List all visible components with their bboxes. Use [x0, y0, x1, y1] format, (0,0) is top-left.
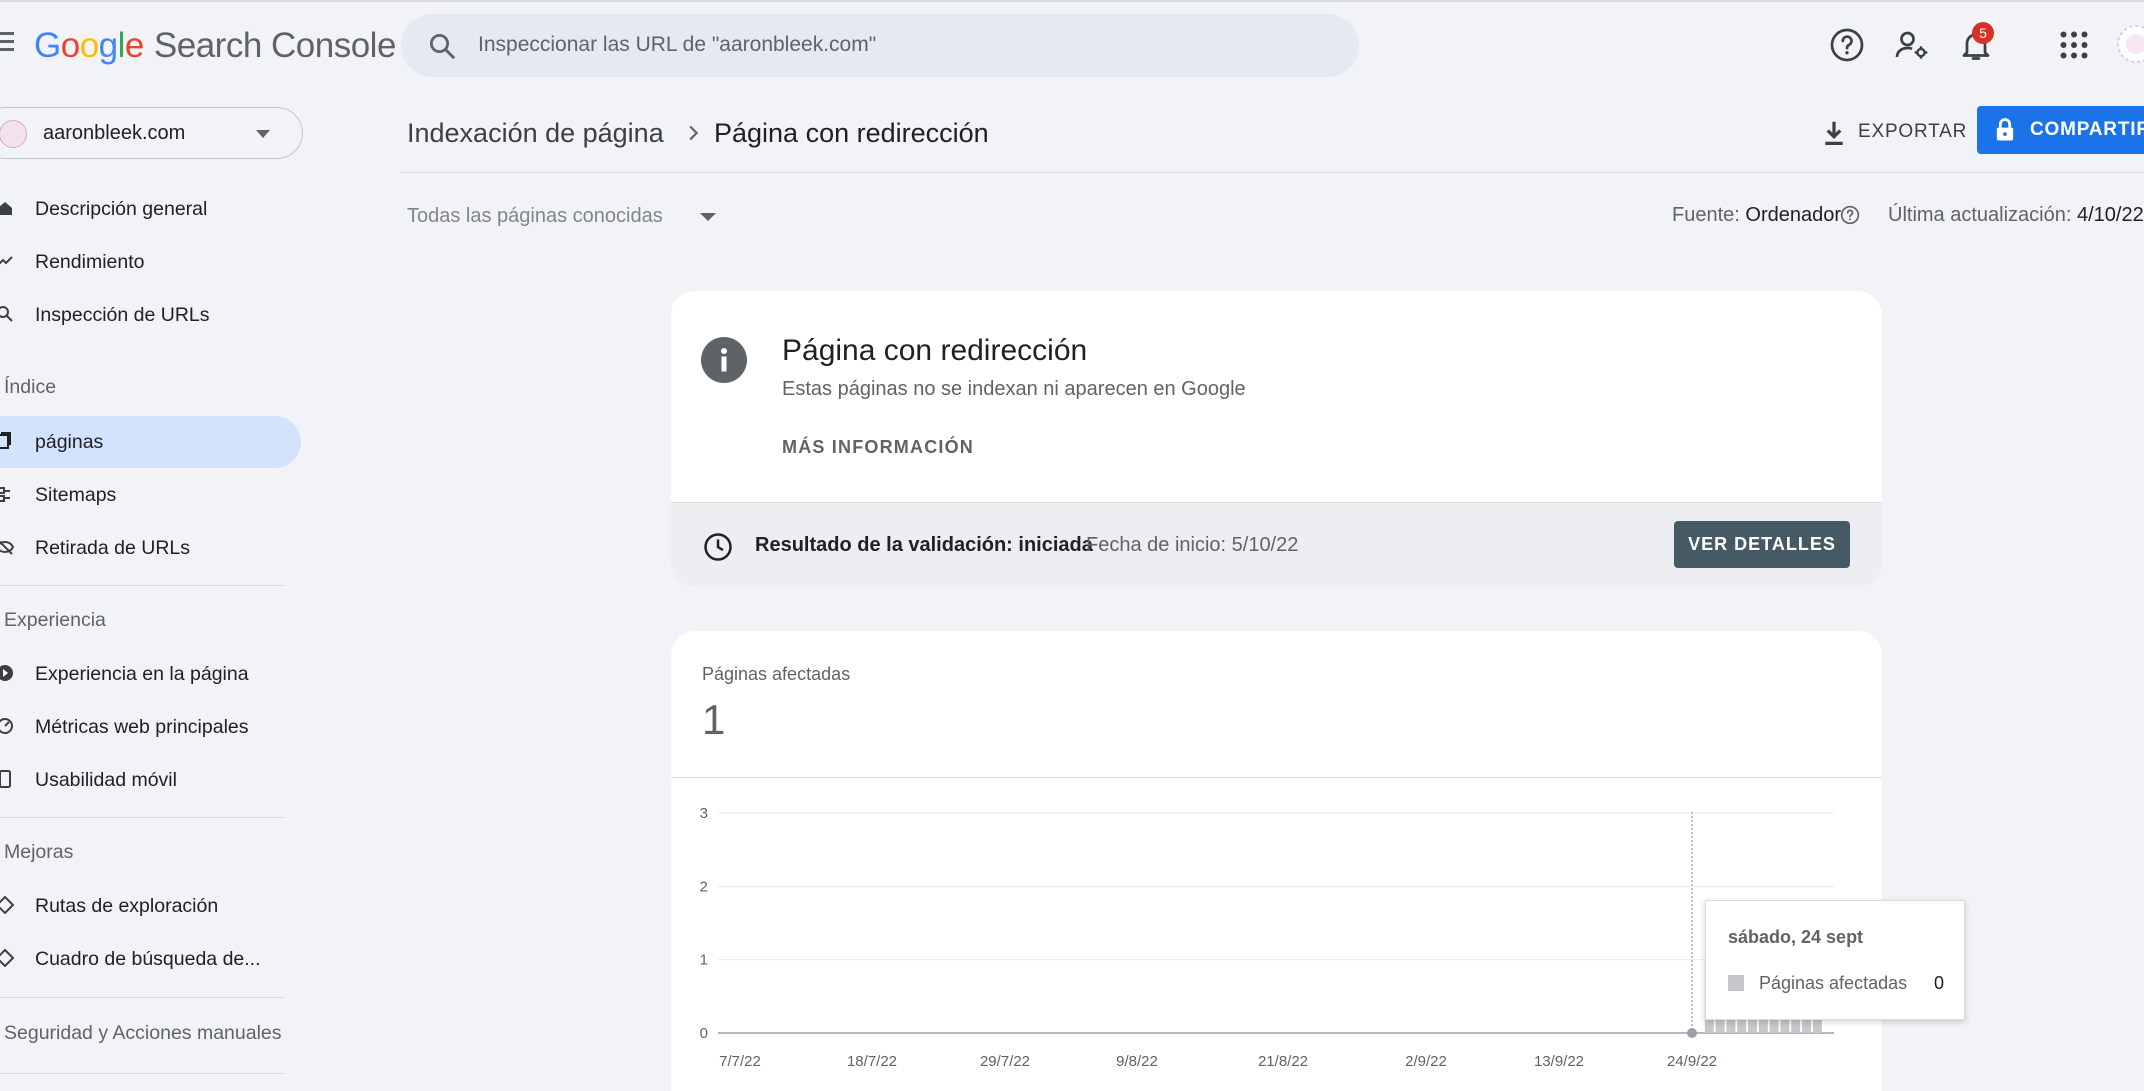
menu-icon[interactable] [0, 32, 14, 52]
nav-core-web-vitals[interactable]: Métricas web principales [0, 701, 300, 753]
validation-start-date: Fecha de inicio: 5/10/22 [1086, 534, 1299, 556]
card-divider [671, 777, 1882, 778]
see-details-button[interactable]: VER DETALLES [1674, 521, 1850, 568]
source-label: Fuente: Ordenador [1672, 204, 1842, 226]
search-icon [0, 306, 13, 322]
chevron-down-icon[interactable] [700, 213, 716, 221]
divider [0, 585, 285, 586]
property-selector[interactable]: aaronbleek.com [0, 107, 303, 159]
validation-bar: Resultado de la validación: iniciada Fec… [671, 502, 1882, 587]
account-avatar[interactable] [2116, 24, 2144, 64]
info-icon [701, 337, 747, 383]
section-security: Seguridad y Acciones manuales [4, 1022, 282, 1044]
logo[interactable]: Google Search Console [34, 26, 396, 66]
clock-icon [704, 533, 732, 561]
gauge-icon [0, 718, 13, 734]
sitemap-icon [0, 487, 10, 502]
phone-icon [0, 770, 11, 788]
property-avatar [0, 120, 27, 148]
last-updated-value: 4/10/22 [2076, 204, 2144, 226]
url-inspection-search[interactable]: Inspeccionar las URL de "aaronbleek.com" [401, 14, 1359, 77]
page-experience-icon [0, 665, 13, 681]
chevron-right-icon [689, 125, 699, 141]
issue-card: Página con redirección Estas páginas no … [671, 291, 1882, 587]
tooltip-value: 0 [1934, 973, 1945, 993]
section-index: Índice [4, 376, 57, 398]
source-value: Ordenador [1745, 204, 1842, 226]
trending-icon [0, 256, 13, 265]
share-button[interactable]: COMPARTIR [1977, 106, 2144, 154]
tooltip-swatch [1728, 975, 1744, 991]
tooltip-series: Páginas afectadas [1759, 973, 1908, 993]
section-experience: Experiencia [4, 609, 106, 631]
help-icon[interactable] [1829, 27, 1865, 63]
validation-result: Resultado de la validación: iniciada [755, 534, 1093, 556]
eye-off-icon [0, 540, 14, 555]
help-icon[interactable] [1840, 205, 1860, 225]
nav-breadcrumbs[interactable]: Rutas de exploración [0, 880, 300, 932]
divider [0, 817, 285, 818]
section-improvements: Mejoras [4, 841, 74, 863]
nav-page-experience[interactable]: Experiencia en la página [0, 648, 300, 700]
breadcrumb-current: Página con redirección [714, 118, 989, 148]
affected-pages-card: Páginas afectadas 1 [671, 631, 1882, 1091]
nav-sitemaps[interactable]: Sitemaps [0, 469, 300, 521]
nav-performance[interactable]: Rendimiento [0, 236, 300, 288]
affected-pages-label: Páginas afectadas [702, 664, 851, 684]
search-icon [430, 34, 455, 59]
issue-description: Estas páginas no se indexan ni aparecen … [782, 378, 1246, 400]
nav-pages[interactable]: páginas [0, 416, 301, 468]
issue-title: Página con redirección [782, 334, 1088, 367]
pages-icon [0, 432, 11, 449]
home-icon [0, 202, 12, 215]
divider [0, 1073, 285, 1074]
nav-url-removals[interactable]: Retirada de URLs [0, 522, 300, 574]
nav-overview[interactable]: Descripción general [0, 183, 300, 235]
lock-icon [1996, 118, 2014, 141]
divider [0, 997, 285, 998]
user-settings-icon[interactable] [1894, 27, 1930, 63]
breadcrumb-parent[interactable]: Indexación de página [407, 118, 664, 149]
chart-tooltip: sábado, 24 sept Páginas afectadas 0 [1705, 900, 1965, 1020]
nav-mobile-usability[interactable]: Usabilidad móvil [0, 754, 300, 806]
nav-url-inspection[interactable]: Inspección de URLs [0, 289, 300, 341]
nav-sitelinks-searchbox[interactable]: Cuadro de búsqueda de... [0, 933, 300, 985]
last-updated: Última actualización: 4/10/22 [1888, 204, 2144, 226]
diamond-icon [0, 949, 14, 967]
learn-more-link[interactable]: MÁS INFORMACIÓN [782, 437, 974, 458]
download-icon [1825, 121, 1843, 145]
scope-selector[interactable]: Todas las páginas conocidas [407, 205, 663, 228]
search-placeholder: Inspeccionar las URL de "aaronbleek.com" [478, 33, 877, 56]
chevron-down-icon [256, 130, 270, 138]
property-name: aaronbleek.com [43, 122, 186, 144]
notification-badge: 5 [1972, 22, 1994, 44]
affected-pages-value: 1 [702, 696, 726, 743]
tooltip-date: sábado, 24 sept [1728, 927, 1864, 947]
apps-grid-icon[interactable] [2056, 27, 2092, 63]
product-name: Search Console [153, 26, 397, 65]
diamond-icon [0, 896, 14, 914]
header-divider [401, 172, 2144, 173]
